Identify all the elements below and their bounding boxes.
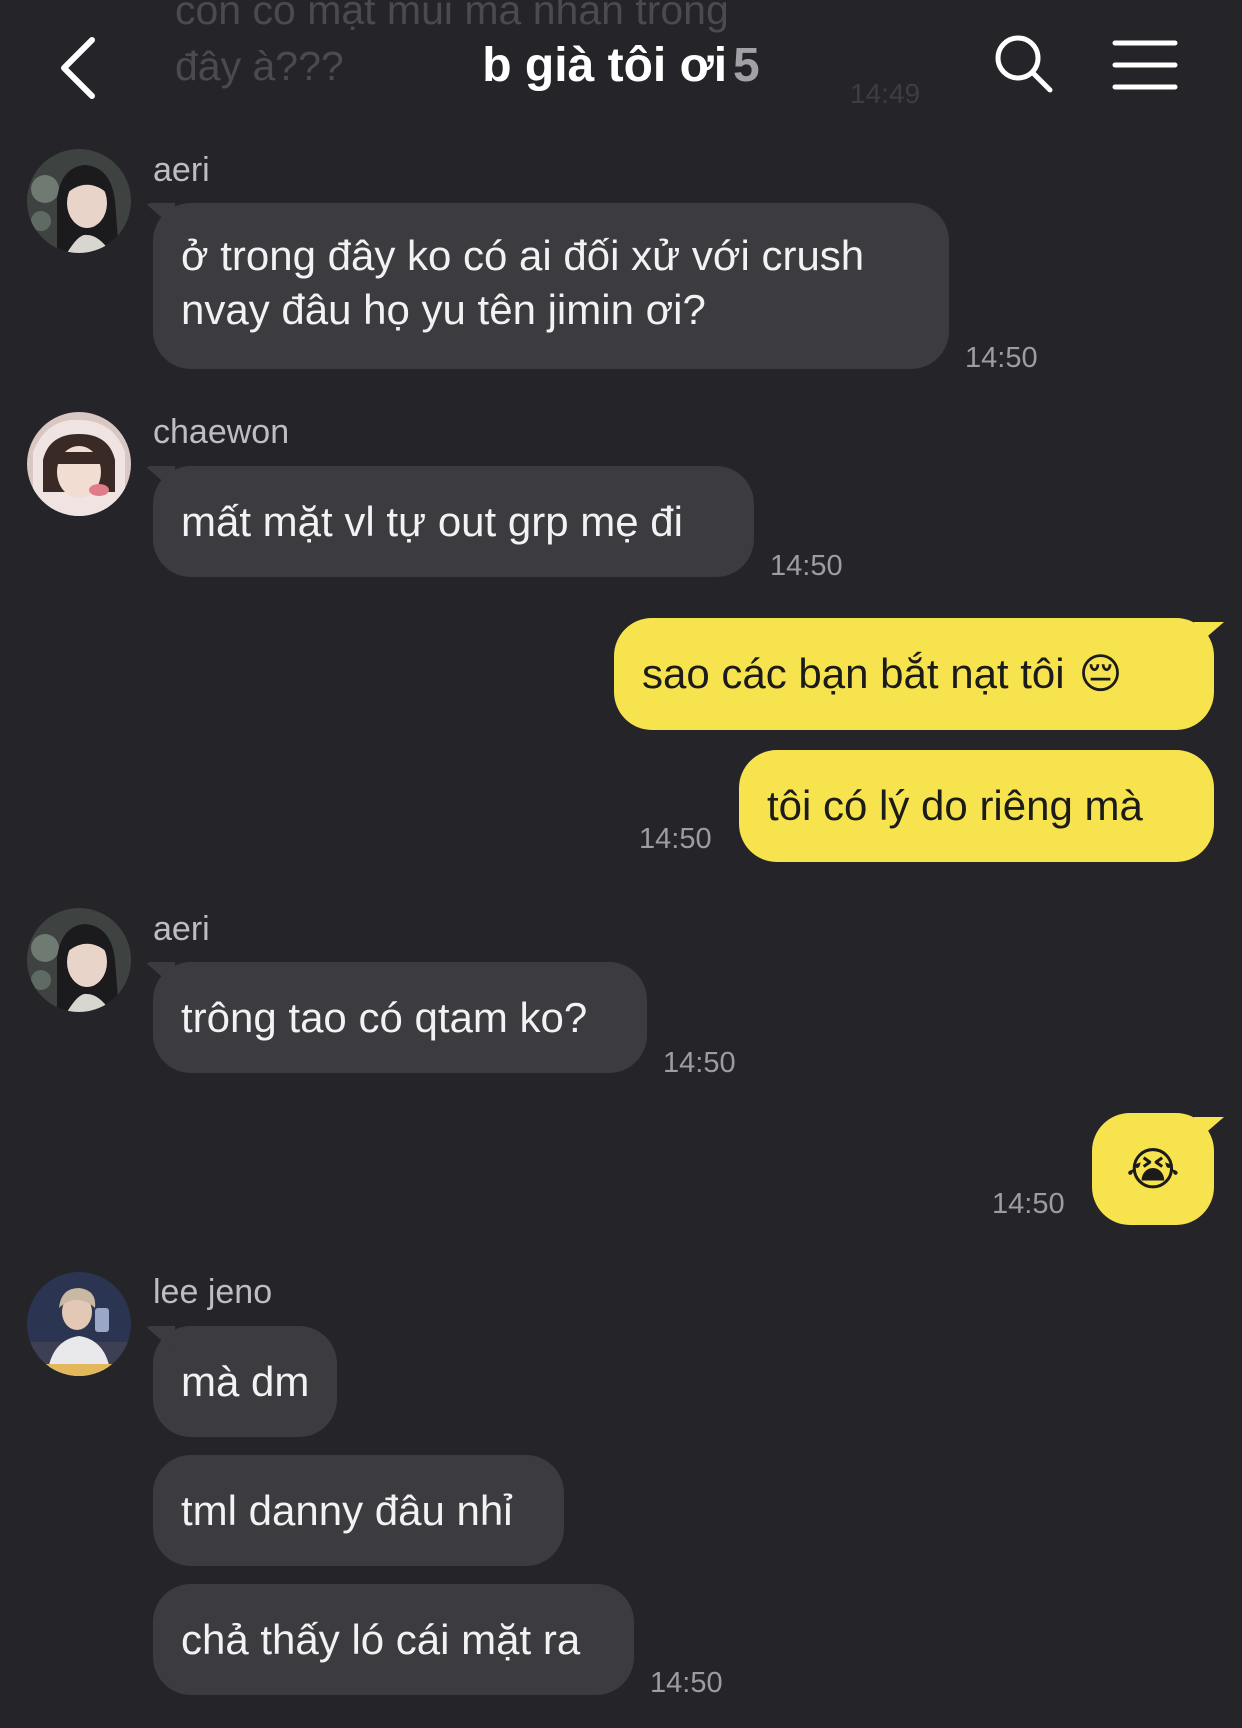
- avatar-lee-jeno[interactable]: [27, 1272, 131, 1376]
- message-bubble-outgoing[interactable]: tôi có lý do riêng mà: [739, 750, 1214, 862]
- message-text: tôi có lý do riêng mà: [767, 782, 1143, 829]
- message-text: ở trong đây ko có ai đối xử với crush nv…: [181, 232, 865, 333]
- menu-button[interactable]: [1112, 38, 1178, 92]
- message-time: 14:50: [663, 1047, 736, 1079]
- search-icon: [995, 35, 1053, 93]
- message-time: 14:50: [965, 342, 1038, 374]
- loudly-crying-face-emoji: 😭: [1126, 1143, 1180, 1195]
- message-text: sao các bạn bắt nạt tôi: [642, 650, 1065, 697]
- message-bubble[interactable]: mà dm: [153, 1326, 337, 1437]
- member-count: 5: [733, 39, 760, 92]
- chat-name: b già tôi ơi: [482, 39, 728, 92]
- message-text: mà dm: [181, 1357, 310, 1405]
- message-time: 14:50: [992, 1188, 1065, 1220]
- message-text: tml danny đâu nhỉ: [181, 1486, 513, 1534]
- message-time: 14:50: [770, 550, 843, 582]
- message-bubble-outgoing[interactable]: 😭: [1092, 1113, 1214, 1225]
- search-button[interactable]: [992, 32, 1056, 96]
- message-time: 14:50: [639, 823, 712, 855]
- message-bubble[interactable]: ở trong đây ko có ai đối xử với crush nv…: [153, 203, 949, 369]
- pensive-face-emoji: 😔: [1078, 650, 1123, 697]
- chat-header: b già tôi ơi 5: [0, 0, 1242, 130]
- sender-name: chaewon: [153, 413, 290, 451]
- avatar-aeri[interactable]: [27, 908, 131, 1012]
- avatar-image: [27, 412, 131, 516]
- avatar-image: [27, 149, 131, 253]
- avatar-image: [27, 1272, 131, 1376]
- message-text: trông tao có qtam ko?: [181, 993, 588, 1041]
- sender-name: aeri: [153, 151, 210, 189]
- sender-name: aeri: [153, 910, 210, 948]
- message-bubble[interactable]: trông tao có qtam ko?: [153, 962, 647, 1073]
- avatar-aeri[interactable]: [27, 149, 131, 253]
- message-bubble[interactable]: tml danny đâu nhỉ: [153, 1455, 564, 1566]
- message-text: chả thấy ló cái mặt ra: [181, 1615, 581, 1663]
- chat-screen: còn có mặt mũi mà nhắn trong đây à??? 14…: [0, 0, 1242, 1728]
- sender-name: lee jeno: [153, 1273, 273, 1311]
- message-text: mất mặt vl tự out grp mẹ đi: [181, 497, 683, 545]
- menu-icon: [1112, 40, 1178, 90]
- avatar-chaewon[interactable]: [27, 412, 131, 516]
- message-bubble-outgoing[interactable]: sao các bạn bắt nạt tôi 😔: [614, 618, 1214, 730]
- message-bubble[interactable]: mất mặt vl tự out grp mẹ đi: [153, 466, 754, 577]
- message-bubble[interactable]: chả thấy ló cái mặt ra: [153, 1584, 634, 1695]
- message-time: 14:50: [650, 1667, 723, 1699]
- avatar-image: [27, 908, 131, 1012]
